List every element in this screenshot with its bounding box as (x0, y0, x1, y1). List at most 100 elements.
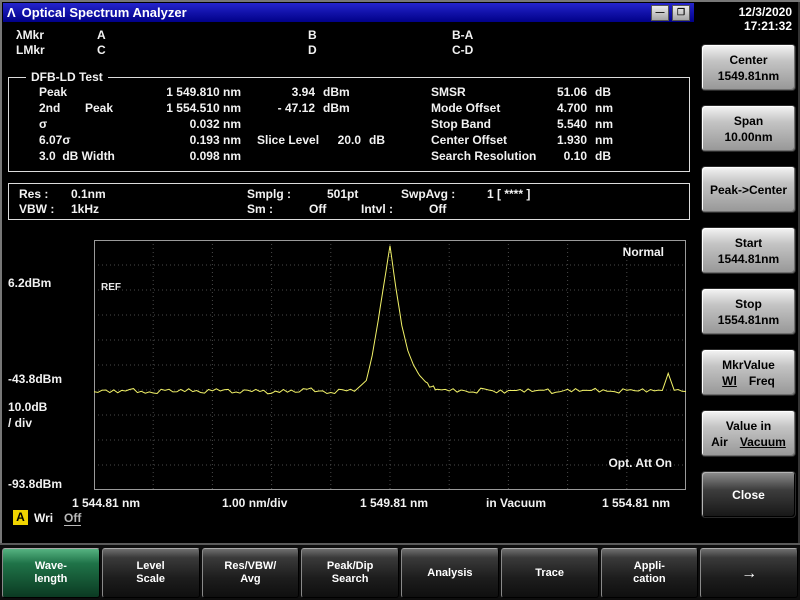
center-button[interactable]: Center 1549.81nm (701, 44, 796, 91)
minimize-icon[interactable]: — (651, 5, 669, 21)
marker-value-option-wl[interactable]: Wl (722, 374, 737, 388)
x-axis-center-label: 1 549.81 nm (360, 496, 428, 510)
vbw-label: VBW : (19, 202, 54, 216)
value-in-option-air[interactable]: Air (711, 435, 728, 449)
osa-screen: Λ Optical Spectrum Analyzer — ❒ 12/3/202… (0, 0, 800, 600)
x-axis-div-label: 1.00 nm/div (222, 496, 287, 510)
peak-to-center-button[interactable]: Peak->Center (701, 166, 796, 213)
trace-canvas (94, 240, 686, 490)
sm-label: Sm : (247, 202, 273, 216)
fkey-level-scale-line1: Level (137, 560, 165, 573)
value-in-label: Value in (726, 419, 771, 433)
center-button-label: Center (729, 53, 767, 67)
fkey-analysis[interactable]: Analysis (401, 548, 499, 598)
fkey-wavelength-line1: Wave- (35, 560, 67, 573)
center-offset-label: Center Offset (431, 133, 507, 147)
lambda-marker-label: λMkr (16, 28, 44, 42)
slice-level-label: Slice Level (257, 133, 319, 147)
marker-value-option-freq[interactable]: Freq (749, 374, 775, 388)
analysis-row-sigma: σ 0.032 nm Stop Band 5.540 nm (9, 117, 689, 131)
marker-cd-label: C-D (452, 43, 473, 57)
stop-band-value: 5.540 (497, 117, 587, 131)
fkey-res-vbw-avg-line2: Avg (240, 573, 260, 586)
y-axis-mid-label: -43.8dBm (8, 372, 62, 386)
res-value: 0.1nm (71, 187, 106, 201)
fkey-level-scale[interactable]: Level Scale (102, 548, 200, 598)
close-button[interactable]: Close (701, 471, 796, 518)
date-text: 12/3/2020 (739, 5, 792, 19)
slice-level-unit: dB (369, 133, 385, 147)
mode-offset-unit: nm (595, 101, 613, 115)
swpavg-value: 1 [ **** ] (487, 187, 530, 201)
db-width-label: 3.0 dB Width (39, 149, 115, 163)
second-peak-level-unit: dBm (323, 101, 350, 115)
trace-write-status: Wri (34, 511, 53, 525)
db-width-value: 0.098 nm (121, 149, 241, 163)
y-axis-bottom-label: -93.8dBm (8, 477, 62, 491)
fkey-application-line1: Appli- (634, 560, 665, 573)
marker-value-label: MkrValue (722, 358, 775, 372)
mode-offset-label: Mode Offset (431, 101, 500, 115)
six-sigma-label: 6.07σ (39, 133, 71, 147)
fkey-wavelength-line2: length (34, 573, 67, 586)
peak-level-unit: dBm (323, 85, 350, 99)
x-axis-medium-label: in Vacuum (486, 496, 546, 510)
second-peak-label: 2nd (39, 101, 60, 115)
fkey-level-scale-line2: Scale (136, 573, 165, 586)
fkey-trace-label: Trace (535, 567, 564, 580)
stop-band-unit: nm (595, 117, 613, 131)
sweep-settings-box: Res : 0.1nm Smplg : 501pt SwpAvg : 1 [ *… (8, 183, 690, 220)
slice-level-value: 20.0 (321, 133, 361, 147)
start-button-label: Start (735, 236, 762, 250)
center-offset-unit: nm (595, 133, 613, 147)
sigma-label: σ (39, 117, 47, 131)
fkey-peak-dip-search-line1: Peak/Dip (327, 560, 373, 573)
fkey-application-line2: cation (633, 573, 665, 586)
trace-a-badge: A (13, 510, 28, 525)
sigma-value: 0.032 nm (121, 117, 241, 131)
maximize-icon[interactable]: ❒ (672, 5, 690, 21)
marker-value-button[interactable]: MkrValue Wl Freq (701, 349, 796, 396)
second-peak-wavelength-value: 1 554.510 nm (121, 101, 241, 115)
level-marker-label: LMkr (16, 43, 45, 57)
fkey-trace[interactable]: Trace (501, 548, 599, 598)
y-axis-scale-unit-label: / div (8, 416, 32, 430)
marker-c-label: C (97, 43, 106, 57)
span-button-value: 10.00nm (724, 130, 772, 144)
marker-a-label: A (97, 28, 106, 42)
value-in-option-vacuum[interactable]: Vacuum (740, 435, 786, 449)
analysis-title: DFB-LD Test (26, 70, 108, 84)
peak-wavelength-value: 1 549.810 nm (121, 85, 241, 99)
value-in-options: Air Vacuum (711, 435, 786, 449)
peak-to-center-label: Peak->Center (710, 183, 787, 197)
span-button-label: Span (734, 114, 763, 128)
fkey-more-arrow[interactable]: → (700, 548, 798, 598)
fkey-peak-dip-search-line2: Search (332, 573, 369, 586)
swpavg-label: SwpAvg : (401, 187, 455, 201)
optical-attenuator-status: Opt. Att On (608, 456, 672, 470)
stop-button[interactable]: Stop 1554.81nm (701, 288, 796, 335)
center-offset-value: 1.930 (497, 133, 587, 147)
smsr-label: SMSR (431, 85, 466, 99)
y-axis-top-label: 6.2dBm (8, 276, 51, 290)
ref-level-label: REF (101, 282, 121, 293)
fkey-res-vbw-avg[interactable]: Res/VBW/ Avg (202, 548, 300, 598)
peak-label: Peak (39, 85, 67, 99)
center-button-value: 1549.81nm (718, 69, 779, 83)
settings-row-1: Res : 0.1nm Smplg : 501pt SwpAvg : 1 [ *… (9, 187, 689, 200)
smplg-label: Smplg : (247, 187, 291, 201)
value-in-button[interactable]: Value in Air Vacuum (701, 410, 796, 457)
x-axis-stop-label: 1 554.81 nm (602, 496, 670, 510)
span-button[interactable]: Span 10.00nm (701, 105, 796, 152)
search-resolution-unit: dB (595, 149, 611, 163)
marker-d-label: D (308, 43, 317, 57)
anritsu-logo-icon: Λ (7, 5, 16, 20)
smsr-value: 51.06 (497, 85, 587, 99)
fkey-peak-dip-search[interactable]: Peak/Dip Search (301, 548, 399, 598)
start-button[interactable]: Start 1544.81nm (701, 227, 796, 274)
window-title: Optical Spectrum Analyzer (22, 5, 187, 20)
fkey-application[interactable]: Appli- cation (601, 548, 699, 598)
intvl-value: Off (429, 202, 446, 216)
fkey-wavelength[interactable]: Wave- length (2, 548, 100, 598)
second-peak-label2: Peak (85, 101, 113, 115)
